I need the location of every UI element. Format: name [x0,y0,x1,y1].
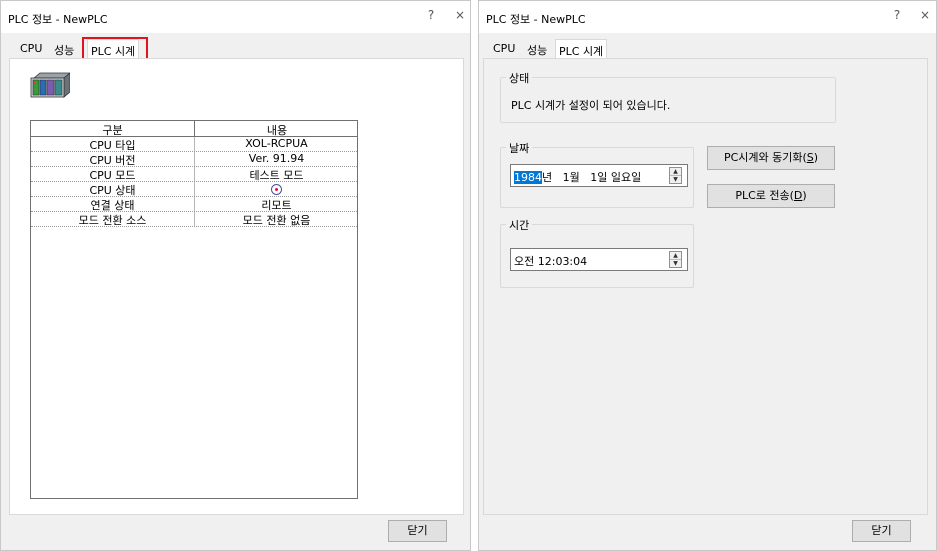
right-tabstrip: CPU 성능 PLC 시계 [479,33,936,59]
date-spinner[interactable]: ▲ ▼ [669,167,682,184]
table-row: CPU 모드 테스트 모드 [31,167,357,182]
row-value [195,182,358,196]
close-icon[interactable]: × [452,8,468,22]
right-dialog: PLC 정보 - NewPLC ? × CPU 성능 PLC 시계 상태 PLC… [478,0,937,551]
header-category: 구분 [102,124,123,137]
plc-rack-icon [30,72,70,98]
table-row: CPU 버전 Ver. 91.94 [31,152,357,167]
spin-down-icon[interactable]: ▼ [670,260,681,268]
tab-plc-clock[interactable]: PLC 시계 [555,39,608,59]
header-content: 내용 [266,124,288,137]
time-picker[interactable]: 오전 12:03:04 ▲ ▼ [510,248,688,271]
table-row: 연결 상태 리모트 [31,197,357,212]
left-title: PLC 정보 - NewPLC [8,13,108,26]
row-label: 연결 상태 [90,199,135,212]
time-value[interactable]: 오전 12:03:04 [514,253,587,269]
close-button[interactable]: 닫기 [388,520,447,542]
status-group: 상태 PLC 시계가 설정이 되어 있습니다. [500,70,836,123]
left-titlebar: PLC 정보 - NewPLC ? × [1,1,470,33]
table-row: CPU 상태 [31,182,357,197]
tab-cpu[interactable]: CPU [17,41,45,56]
header-divider [194,121,195,137]
left-dialog: PLC 정보 - NewPLC ? × CPU 성능 PLC 시계 구분 내용 … [0,0,471,551]
help-icon[interactable]: ? [889,8,905,22]
row-label: CPU 버전 [89,154,136,167]
date-year[interactable]: 1984 [514,171,542,184]
tab-performance[interactable]: 성능 [524,41,550,59]
status-group-label: 상태 [506,70,533,86]
date-group-label: 날짜 [506,140,533,156]
close-button[interactable]: 닫기 [852,520,911,542]
send-to-plc-button[interactable]: PLC로 전송(D) [707,184,835,208]
row-label: 모드 전환 소스 [78,214,147,227]
tab-performance[interactable]: 성능 [51,41,77,59]
right-title: PLC 정보 - NewPLC [486,13,586,26]
date-picker[interactable]: 1984년 1월 1일 일요일 ▲ ▼ [510,164,688,187]
spin-down-icon[interactable]: ▼ [670,176,681,184]
row-value: 리모트 [261,199,292,212]
close-icon[interactable]: × [917,8,933,22]
row-value: Ver. 91.94 [248,152,305,165]
table-row: 모드 전환 소스 모드 전환 없음 [31,212,357,227]
row-label: CPU 모드 [89,169,136,182]
time-group-label: 시간 [506,217,533,233]
date-group: 날짜 1984년 1월 1일 일요일 ▲ ▼ [500,140,694,208]
row-value: XOL-RCPUA [245,137,308,150]
time-group: 시간 오전 12:03:04 ▲ ▼ [500,217,694,288]
spin-up-icon[interactable]: ▲ [670,252,681,260]
help-icon[interactable]: ? [423,8,439,22]
time-spinner[interactable]: ▲ ▼ [669,251,682,268]
left-tabstrip: CPU 성능 PLC 시계 [1,33,470,59]
spin-up-icon[interactable]: ▲ [670,168,681,176]
sync-pc-clock-button[interactable]: PC시계와 동기화(S) [707,146,835,170]
row-value: 테스트 모드 [249,169,304,182]
cpu-status-icon [271,184,282,195]
table-row: CPU 타입 XOL-RCPUA [31,137,357,152]
date-rest: 년 1월 1일 일요일 [542,171,642,184]
row-label: CPU 타입 [89,139,136,152]
plc-info-table: 구분 내용 CPU 타입 XOL-RCPUA CPU 버전 Ver. 91.94… [30,120,358,499]
row-value: 모드 전환 없음 [242,214,311,227]
row-label: CPU 상태 [89,184,136,197]
status-text: PLC 시계가 설정이 되어 있습니다. [511,99,671,112]
right-titlebar: PLC 정보 - NewPLC ? × [479,1,936,33]
tab-cpu[interactable]: CPU [490,41,518,56]
